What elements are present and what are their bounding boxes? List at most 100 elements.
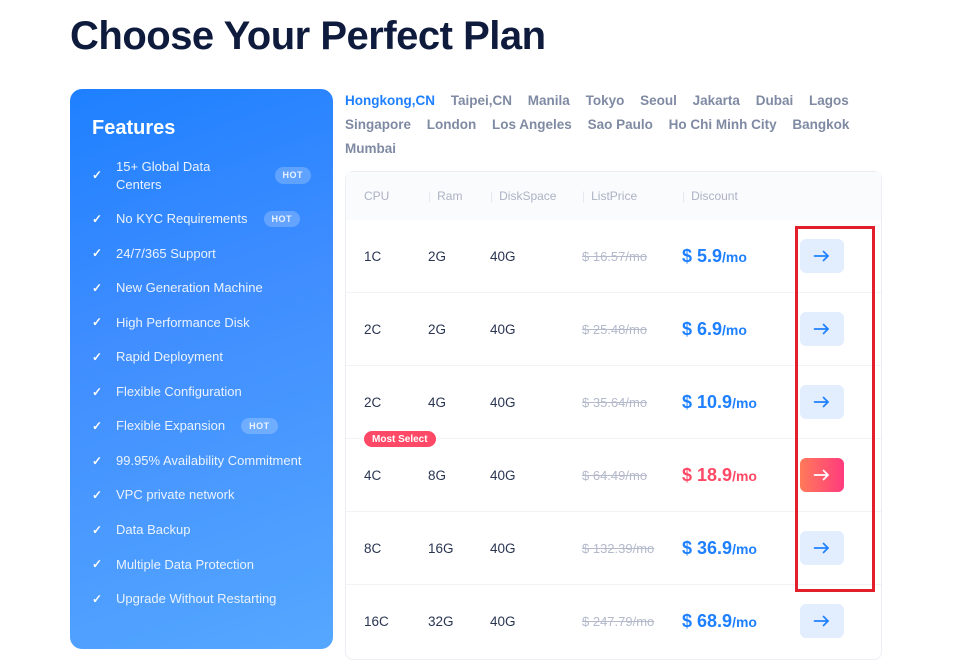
cell-discount: $ 68.9/mo — [682, 611, 782, 632]
feature-label: Flexible Expansion — [116, 417, 225, 435]
cell-listprice: $ 64.49/mo — [582, 468, 682, 483]
th-disk: |DiskSpace — [490, 189, 582, 203]
feature-item: ✓Flexible ExpansionHOT — [92, 417, 311, 435]
feature-label: High Performance Disk — [116, 314, 250, 332]
location-tab[interactable]: Dubai — [756, 89, 794, 113]
feature-label: Data Backup — [116, 521, 190, 539]
table-body: 1C2G40G$ 16.57/mo$ 5.9/mo2C2G40G$ 25.48/… — [346, 220, 881, 659]
cell-ram: 4G — [428, 395, 490, 410]
check-icon: ✓ — [92, 280, 106, 296]
check-icon: ✓ — [92, 211, 106, 227]
arrow-right-icon — [813, 468, 831, 482]
check-icon: ✓ — [92, 314, 106, 330]
cell-ram: 2G — [428, 322, 490, 337]
feature-item: ✓No KYC RequirementsHOT — [92, 210, 311, 228]
cell-disk: 40G — [490, 468, 582, 483]
cell-disk: 40G — [490, 614, 582, 629]
table-row: 2C2G40G$ 25.48/mo$ 6.9/mo — [346, 292, 881, 365]
cell-cpu: 2C — [364, 395, 428, 410]
feature-label: New Generation Machine — [116, 279, 263, 297]
feature-item: ✓ Data Backup — [92, 521, 311, 539]
location-tab[interactable]: Hongkong,CN — [345, 89, 435, 113]
cell-cpu: 2C — [364, 322, 428, 337]
cell-disk: 40G — [490, 395, 582, 410]
location-tab[interactable]: Manila — [528, 89, 570, 113]
features-heading: Features — [92, 117, 311, 140]
table-row: 2C4G40G$ 35.64/mo$ 10.9/mo — [346, 365, 881, 438]
feature-item: ✓Rapid Deployment — [92, 348, 311, 366]
cell-discount: $ 36.9/mo — [682, 538, 782, 559]
location-tab[interactable]: Sao Paulo — [588, 113, 653, 137]
table-row: Most Select4C8G40G$ 64.49/mo$ 18.9/mo — [346, 438, 881, 511]
feature-item: ✓ Multiple Data Protection — [92, 556, 311, 574]
table-row: 8C16G40G$ 132.39/mo$ 36.9/mo — [346, 511, 881, 584]
plans-table: CPU |Ram |DiskSpace |ListPrice |Discount… — [345, 171, 882, 660]
select-plan-button[interactable] — [800, 385, 844, 419]
th-list: |ListPrice — [582, 189, 682, 203]
cell-cpu: 16C — [364, 614, 428, 629]
feature-item: ✓ New Generation Machine — [92, 279, 311, 297]
location-tab[interactable]: London — [427, 113, 476, 137]
location-tab[interactable]: Lagos — [809, 89, 849, 113]
hot-badge: HOT — [241, 418, 278, 434]
features-list: ✓15+ Global Data CentersHOT✓No KYC Requi… — [92, 158, 311, 608]
cell-cpu: 1C — [364, 249, 428, 264]
most-select-badge: Most Select — [364, 431, 436, 447]
arrow-right-icon — [813, 541, 831, 555]
select-plan-button[interactable] — [800, 239, 844, 273]
select-plan-button[interactable] — [800, 604, 844, 638]
arrow-right-icon — [813, 395, 831, 409]
feature-label: Multiple Data Protection — [116, 556, 254, 574]
hot-badge: HOT — [275, 167, 312, 183]
feature-item: ✓ 99.95% Availability Commitment — [92, 452, 311, 470]
features-card: Features ✓15+ Global Data CentersHOT✓No … — [70, 89, 333, 649]
cell-discount: $ 18.9/mo — [682, 465, 782, 486]
cell-disk: 40G — [490, 541, 582, 556]
location-tab[interactable]: Mumbai — [345, 137, 396, 161]
check-icon: ✓ — [92, 522, 106, 538]
cell-discount: $ 10.9/mo — [682, 392, 782, 413]
feature-item: ✓ 15+ Global Data Centers HOT — [92, 158, 311, 193]
cell-ram: 2G — [428, 249, 490, 264]
hot-badge: HOT — [264, 211, 301, 227]
feature-item: ✓Upgrade Without Restarting — [92, 590, 311, 608]
feature-label: Upgrade Without Restarting — [116, 590, 276, 608]
feature-label: Rapid Deployment — [116, 348, 223, 366]
location-tabs: Hongkong,CN Taipei,CN Manila Tokyo Seoul… — [345, 89, 889, 161]
feature-label: 15+ Global Data Centers — [116, 158, 259, 193]
feature-label: 99.95% Availability Commitment — [116, 452, 301, 470]
location-tab[interactable]: Singapore — [345, 113, 411, 137]
feature-item: ✓ 24/7/365 Support — [92, 245, 311, 263]
check-icon: ✓ — [92, 556, 106, 572]
cell-disk: 40G — [490, 322, 582, 337]
location-tab[interactable]: Taipei,CN — [451, 89, 512, 113]
check-icon: ✓ — [92, 245, 106, 261]
location-tab[interactable]: Los Angeles — [492, 113, 572, 137]
select-plan-button[interactable] — [800, 531, 844, 565]
feature-item: ✓ VPC private network — [92, 486, 311, 504]
select-plan-button[interactable] — [800, 458, 844, 492]
feature-label: VPC private network — [116, 486, 235, 504]
cell-listprice: $ 35.64/mo — [582, 395, 682, 410]
cell-listprice: $ 25.48/mo — [582, 322, 682, 337]
location-tab[interactable]: Ho Chi Minh City — [669, 113, 777, 137]
cell-listprice: $ 16.57/mo — [582, 249, 682, 264]
check-icon: ✓ — [92, 453, 106, 469]
feature-label: 24/7/365 Support — [116, 245, 216, 263]
location-tab[interactable]: Seoul — [640, 89, 677, 113]
arrow-right-icon — [813, 249, 831, 263]
check-icon: ✓ — [92, 487, 106, 503]
cell-disk: 40G — [490, 249, 582, 264]
cell-ram: 32G — [428, 614, 490, 629]
cell-ram: 8G — [428, 468, 490, 483]
location-tab[interactable]: Bangkok — [792, 113, 849, 137]
check-icon: ✓ — [92, 167, 106, 183]
th-cpu: CPU — [364, 189, 428, 203]
th-ram: |Ram — [428, 189, 490, 203]
location-tab[interactable]: Tokyo — [586, 89, 625, 113]
location-tab[interactable]: Jakarta — [693, 89, 740, 113]
th-discount: |Discount — [682, 189, 782, 203]
cell-listprice: $ 247.79/mo — [582, 614, 682, 629]
cell-listprice: $ 132.39/mo — [582, 541, 682, 556]
select-plan-button[interactable] — [800, 312, 844, 346]
